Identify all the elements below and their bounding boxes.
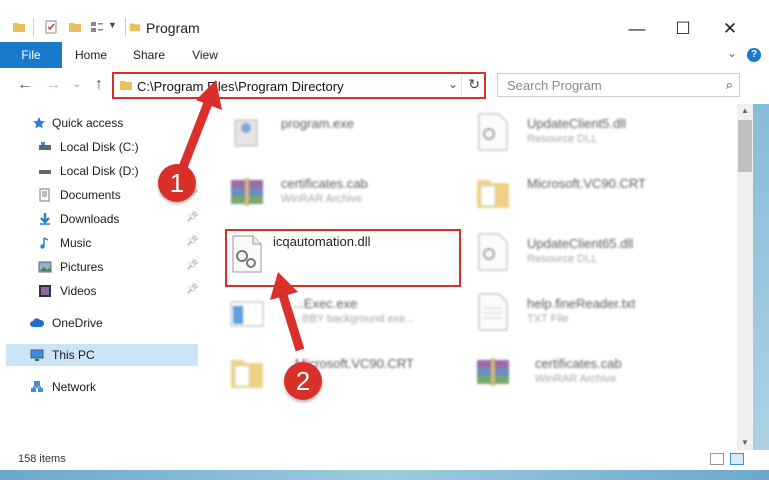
title-bar: ▼ Program — ☐ ✕ — [0, 0, 769, 42]
nav-label: Local Disk (D:) — [60, 164, 139, 178]
file-type: WinRAR Archive — [535, 373, 617, 385]
separator — [33, 18, 34, 36]
desktop-background — [753, 42, 769, 480]
file-type: Resource DLL — [527, 253, 598, 265]
scroll-up-icon[interactable]: ▲ — [737, 104, 753, 118]
scrollbar-thumb[interactable] — [738, 120, 752, 172]
desktop-background-bottom — [0, 470, 769, 480]
music-icon — [40, 237, 49, 249]
file-item[interactable]: certificates.cab WinRAR Archive — [475, 348, 705, 398]
search-input[interactable]: Search Program ⌕ — [497, 73, 740, 97]
separator — [125, 18, 126, 36]
nav-item-this-pc[interactable]: This PC — [6, 344, 198, 366]
file-item[interactable]: Microsoft.VC90.CRT — [475, 168, 705, 218]
downloads-icon — [40, 213, 50, 225]
large-icons-view-icon[interactable] — [730, 453, 744, 465]
forward-button[interactable]: → — [42, 74, 64, 96]
cloud-icon — [30, 318, 44, 327]
customize-toolbar-icon[interactable] — [90, 20, 104, 34]
arrow-1-shaft — [175, 96, 215, 177]
status-bar: 158 items — [0, 450, 769, 470]
network-icon — [31, 381, 43, 392]
maximize-button[interactable]: ☐ — [660, 16, 706, 42]
step-1-badge: 1 — [158, 164, 196, 202]
file-name: UpdateClient65.dll — [527, 236, 634, 251]
tab-file[interactable]: File — [0, 42, 62, 68]
arrow-2-shaft — [277, 290, 305, 352]
file-type: Resource DLL — [527, 133, 598, 145]
minimize-button[interactable]: — — [614, 16, 660, 42]
close-button[interactable]: ✕ — [707, 16, 753, 42]
folder-icon — [477, 180, 509, 208]
nav-label: Downloads — [60, 212, 120, 226]
refresh-icon[interactable]: ↻ — [468, 76, 480, 93]
dll-icon — [478, 113, 508, 151]
nav-label: Local Disk (C:) — [60, 140, 139, 154]
help-icon[interactable]: ? — [747, 48, 761, 62]
new-folder-icon[interactable] — [68, 20, 82, 34]
vertical-scrollbar[interactable]: ▲ ▼ — [737, 104, 753, 450]
dll-icon — [478, 233, 508, 271]
drive-icon — [39, 142, 51, 150]
file-type: WinRAR Archive — [281, 193, 363, 205]
properties-icon[interactable] — [44, 20, 58, 34]
window-title: Program — [146, 20, 200, 36]
pictures-icon — [38, 261, 52, 273]
separator — [461, 76, 462, 95]
folder-icon[interactable] — [12, 20, 26, 34]
item-count: 158 items — [18, 453, 66, 465]
nav-label: Documents — [60, 188, 121, 202]
nav-label: Videos — [60, 284, 97, 298]
file-type: TXT File — [527, 313, 569, 325]
tab-view[interactable]: View — [180, 42, 230, 68]
tab-share[interactable]: Share — [124, 42, 174, 68]
videos-icon — [39, 285, 51, 297]
annotation-arrow-2 — [270, 272, 305, 352]
recent-locations-icon[interactable]: ⌄ — [66, 74, 88, 96]
nav-label: Network — [52, 380, 97, 394]
file-item[interactable]: help.fineReader.txt TXT File — [475, 288, 705, 338]
search-placeholder: Search Program — [507, 78, 602, 93]
file-item[interactable]: UpdateClient65.dll Resource DLL — [475, 228, 705, 278]
ribbon: File Home Share View ⌄ ? — [0, 42, 769, 69]
step-2-badge: 2 — [284, 362, 322, 400]
back-button[interactable]: ← — [14, 74, 36, 96]
arrow-2-head — [270, 272, 298, 300]
qat-dropdown-icon[interactable]: ▼ — [108, 20, 117, 30]
file-name: certificates.cab — [281, 176, 368, 191]
address-row: ← → ⌄ ↑ C:\Program Files\Program Directo… — [0, 68, 769, 104]
file-name: program.exe — [281, 116, 354, 131]
documents-icon — [39, 188, 50, 202]
file-name: UpdateClient5.dll — [527, 116, 627, 131]
nav-label: Quick access — [52, 116, 124, 130]
folder-icon — [120, 81, 132, 90]
nav-item-network[interactable]: Network — [0, 376, 198, 398]
folder-icon — [129, 23, 141, 32]
pc-icon — [30, 349, 44, 361]
tab-home[interactable]: Home — [66, 42, 116, 68]
up-button[interactable]: ↑ — [88, 74, 110, 96]
star-icon — [33, 117, 45, 129]
file-item[interactable]: UpdateClient5.dll Resource DLL — [475, 108, 705, 158]
drive-icon — [39, 170, 51, 174]
nav-label: This PC — [52, 348, 95, 362]
file-name: Microsoft.VC90.CRT — [527, 176, 646, 191]
archive-icon — [477, 358, 509, 386]
file-name: help.fineReader.txt — [527, 296, 636, 311]
search-icon[interactable]: ⌕ — [726, 77, 733, 93]
nav-label: Music — [60, 236, 92, 250]
details-view-icon[interactable] — [710, 453, 724, 465]
expand-ribbon-icon[interactable]: ⌄ — [727, 46, 737, 60]
chevron-down-icon[interactable]: ⌄ — [448, 77, 458, 91]
scroll-down-icon[interactable]: ▼ — [737, 436, 753, 450]
txt-icon — [478, 293, 508, 331]
file-name: certificates.cab — [535, 356, 622, 371]
nav-label: Pictures — [60, 260, 104, 274]
nav-label: OneDrive — [52, 316, 103, 330]
